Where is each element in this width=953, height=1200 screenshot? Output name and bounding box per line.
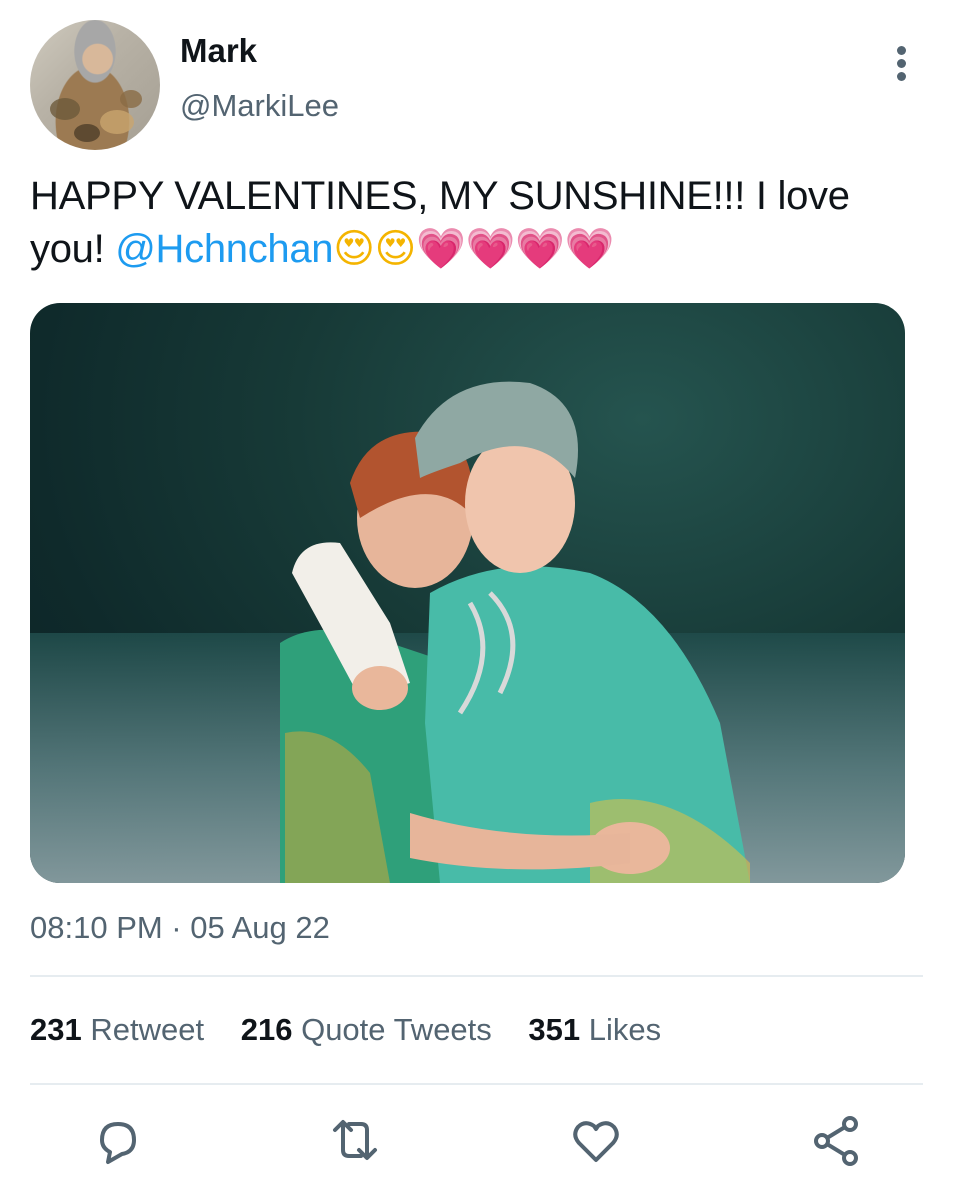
tweet-timestamp[interactable]: 08:10 PM · 05 Aug 22 [30,910,330,946]
quote-label: Quote Tweets [301,1012,492,1047]
share-icon[interactable] [806,1110,866,1170]
tweet-stats: 231 Retweet 216 Quote Tweets 351 Likes [30,1012,689,1048]
more-options-icon[interactable] [888,44,916,84]
likes-label: Likes [588,1012,662,1047]
photo-figures [280,381,750,883]
pink-heart-emoji: 💗 [416,226,466,272]
pink-heart-emoji: 💗 [564,226,615,272]
quote-count: 216 [240,1012,293,1047]
retweet-icon[interactable] [325,1110,385,1170]
mention-link[interactable]: @Hchnchan [115,227,333,271]
tweet-photo[interactable] [30,303,905,883]
quote-stat[interactable]: 216 Quote Tweets [241,1012,492,1048]
tweet-text: HAPPY VALENTINES, MY SUNSHINE!!! I love … [30,170,930,276]
display-name[interactable]: Mark [180,32,257,70]
likes-count: 351 [528,1012,581,1047]
likes-stat[interactable]: 351 Likes [528,1012,661,1048]
like-icon[interactable] [566,1110,626,1170]
heart-eyes-emoji: 😍 [374,226,417,272]
heart-eyes-emoji: 😍 [333,226,375,272]
pink-heart-emoji: 💗 [465,226,516,272]
divider [30,1083,923,1085]
reply-icon[interactable] [88,1110,148,1170]
avatar[interactable] [30,20,160,150]
retweet-label: Retweet [90,1012,205,1047]
action-bar [0,1110,953,1180]
tweet-header: Mark @MarkiLee [0,0,953,160]
user-handle[interactable]: @MarkiLee [180,88,339,124]
pink-heart-emoji: 💗 [515,226,565,272]
retweet-stat[interactable]: 231 Retweet [30,1012,204,1048]
divider [30,975,923,977]
retweet-count: 231 [30,1012,82,1047]
